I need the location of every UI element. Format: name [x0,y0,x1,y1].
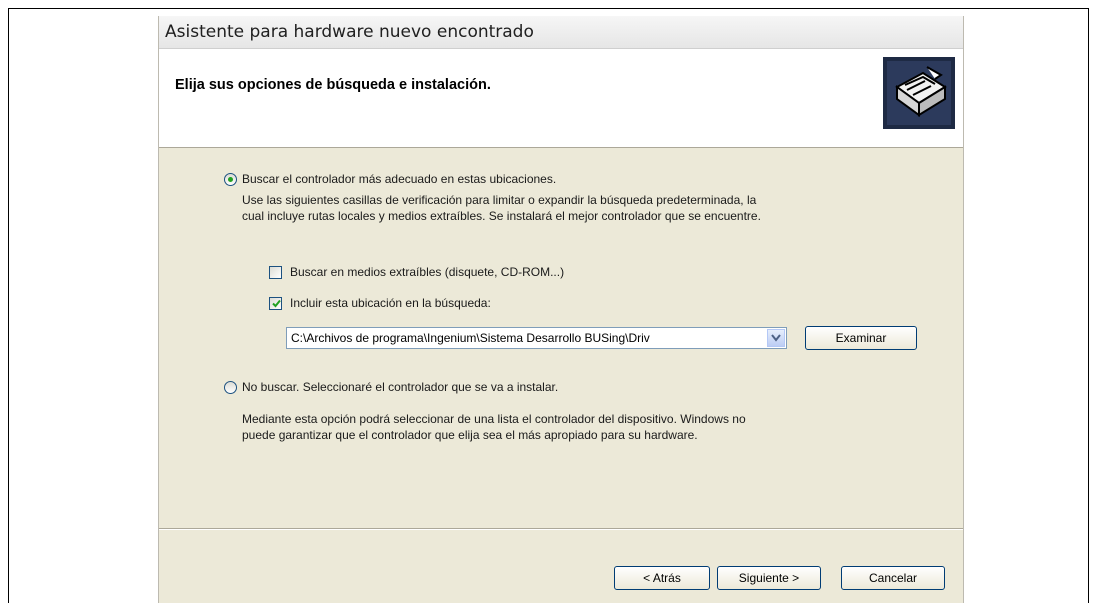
page-frame-top [8,8,1089,9]
radio-search-label: Buscar el controlador más adecuado en es… [242,172,557,186]
checkbox-removable-label: Buscar en medios extraíbles (disquete, C… [290,265,565,279]
wizard-body: Buscar el controlador más adecuado en es… [159,148,963,528]
search-path-combobox[interactable]: C:\Archivos de programa\Ingenium\Sistema… [286,327,787,349]
hardware-wizard-icon [883,57,955,129]
page-heading: Elija sus opciones de búsqueda e instala… [175,77,491,93]
checkbox-removable-media[interactable] [269,266,282,279]
checkbox-include-label: Incluir esta ubicación en la búsqueda: [290,296,491,310]
radio-search-best-driver[interactable] [224,173,237,186]
wizard-dialog: Asistente para hardware nuevo encontrado… [158,16,964,603]
search-path-value: C:\Archivos de programa\Ingenium\Sistema… [291,331,650,345]
radio-manual-select[interactable] [224,381,237,394]
manual-description-line-2: puede garantizar que el controlador que … [242,428,698,442]
search-description-line-2: cual incluye rutas locales y medios extr… [242,209,761,223]
checkmark-icon [272,299,281,308]
next-button[interactable]: Siguiente > [717,566,821,590]
manual-description-line-1: Mediante esta opción podrá seleccionar d… [242,412,746,426]
cancel-button[interactable]: Cancelar [841,566,945,590]
checkbox-include-location[interactable] [269,297,282,310]
page-frame-right [1088,8,1089,603]
footer-separator [159,528,963,530]
back-button[interactable]: < Atrás [614,566,710,590]
title-bar[interactable]: Asistente para hardware nuevo encontrado [159,16,963,49]
browse-button[interactable]: Examinar [805,326,917,350]
window-title: Asistente para hardware nuevo encontrado [165,22,534,42]
radio-manual-label: No buscar. Seleccionaré el controlador q… [242,380,559,394]
wizard-header: Elija sus opciones de búsqueda e instala… [159,49,963,148]
search-description-line-1: Use las siguientes casillas de verificac… [242,193,757,207]
chevron-down-icon[interactable] [767,329,785,347]
page-frame-left [8,8,9,603]
